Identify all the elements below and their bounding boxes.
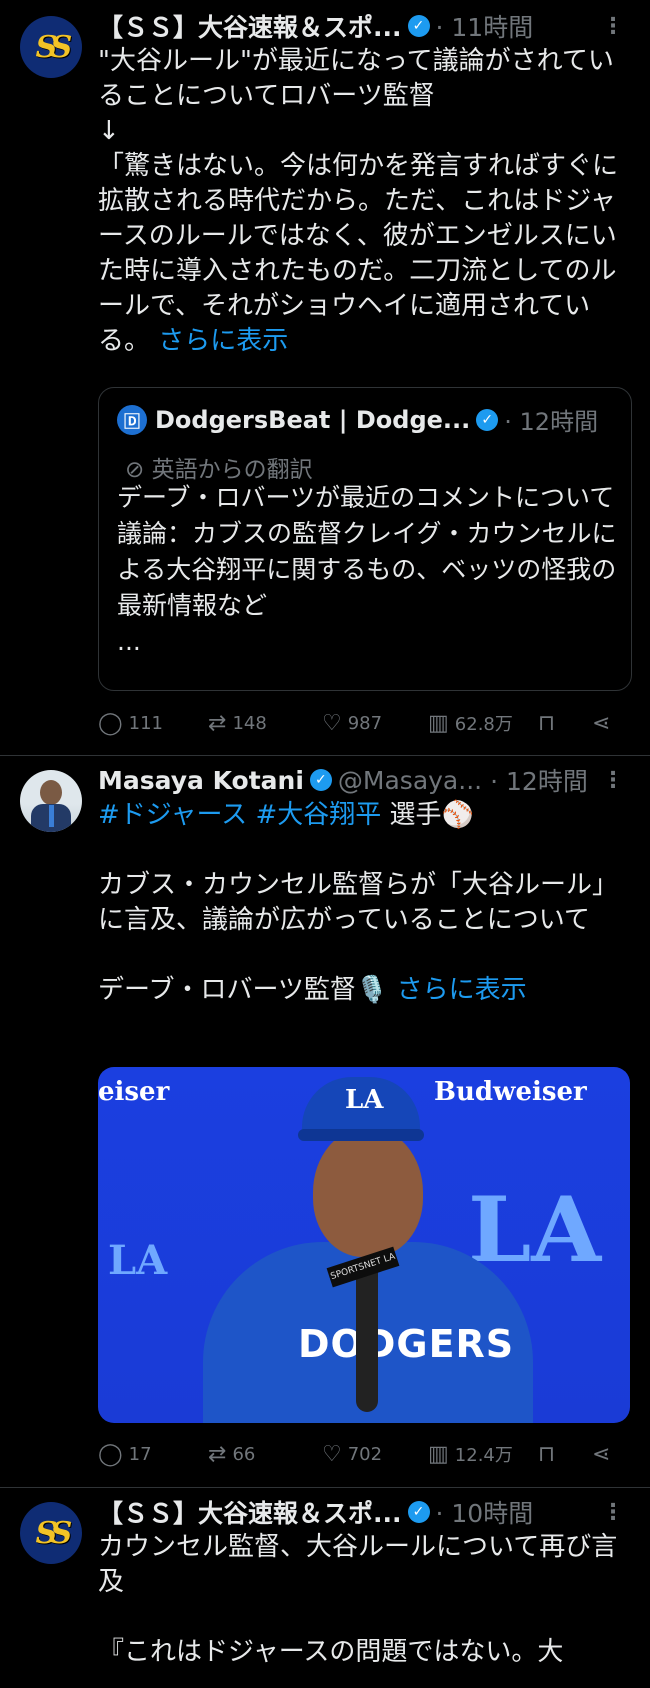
author-name[interactable]: Masaya Kotani xyxy=(98,766,304,795)
action-bar: ◯ 111 ⇄ 148 ♡ 987 ▥ 62.8万 ⊓ ⋖ xyxy=(98,706,628,740)
reply-button[interactable]: ◯ 111 xyxy=(98,706,163,740)
avatar[interactable] xyxy=(20,770,82,832)
views-button[interactable]: ▥ 62.8万 xyxy=(428,706,513,740)
tweet-header: Masaya Kotani ✓ @Masaya... · 12時間 xyxy=(98,760,588,800)
share-icon: ⋖ xyxy=(592,710,611,736)
tweet-text: #ドジャース #大谷翔平 選手⚾ カブス・カウンセル監督らが「大谷ルール」に言及… xyxy=(98,798,628,1008)
views-icon: ▥ xyxy=(428,710,449,736)
retweet-count: 66 xyxy=(232,1443,256,1465)
translation-label[interactable]: ⊘ 英語からの翻訳 xyxy=(125,450,313,484)
show-more-link[interactable]: さらに表示 xyxy=(397,975,527,1005)
retweet-button[interactable]: ⇄ 66 xyxy=(208,1437,255,1471)
author-name[interactable]: 【ＳＳ】大谷速報＆スポ... xyxy=(98,8,402,44)
verified-icon: ✓ xyxy=(309,769,332,791)
bookmark-button[interactable]: ⊓ xyxy=(538,706,555,740)
more-icon[interactable]: ⋮ xyxy=(602,768,624,793)
show-more-link[interactable]: さらに表示 xyxy=(158,326,288,356)
hashtag-ohtani[interactable]: #大谷翔平 xyxy=(255,800,381,830)
hashtag-suffix: 選手⚾ xyxy=(381,800,474,830)
quote-avatar: 🄳 xyxy=(117,404,147,435)
author-name[interactable]: 【ＳＳ】大谷速報＆スポ... xyxy=(98,1494,402,1530)
reply-icon: ◯ xyxy=(98,710,123,736)
views-count: 62.8万 xyxy=(454,714,513,735)
retweet-icon: ⇄ xyxy=(208,1441,227,1467)
tweet-3[interactable]: SS 【ＳＳ】大谷速報＆スポ... ✓ · 10時間 ⋮ カウンセル監督、大谷ル… xyxy=(0,1488,650,1688)
reply-icon: ◯ xyxy=(98,1441,123,1467)
quote-text: デーブ・ロバーツが最近のコメントについて議論：カブスの監督クレイグ・カウンセルに… xyxy=(117,483,617,656)
retweet-icon: ⇄ xyxy=(208,710,227,736)
quote-timestamp: · 12時間 xyxy=(504,408,599,436)
bookmark-icon: ⊓ xyxy=(538,710,556,736)
like-icon: ♡ xyxy=(322,710,342,736)
more-icon[interactable]: ⋮ xyxy=(602,14,624,39)
avatar[interactable]: SS xyxy=(20,1502,82,1564)
sign-left: eiser xyxy=(98,1077,170,1107)
bookmark-button[interactable]: ⊓ xyxy=(538,1437,555,1471)
cap-logo: LA xyxy=(345,1085,384,1115)
tweet-header: 【ＳＳ】大谷速報＆スポ... ✓ · 10時間 xyxy=(98,1492,533,1532)
la-logo-right: LA xyxy=(468,1177,602,1283)
quote-author-name: DodgersBeat | Dodge... xyxy=(155,405,471,434)
face xyxy=(313,1127,423,1257)
retweet-button[interactable]: ⇄ 148 xyxy=(208,706,267,740)
verified-icon: ✓ xyxy=(476,408,499,431)
timestamp[interactable]: · 12時間 xyxy=(490,762,588,798)
tweet-body: "大谷ルール"が最近になって議論がされていることについてロバーツ監督 ↓ 「驚き… xyxy=(98,46,619,356)
hashtag-dodgers[interactable]: #ドジャース xyxy=(98,800,247,830)
author-handle[interactable]: @Masaya... xyxy=(338,766,482,795)
microphone xyxy=(356,1262,378,1412)
like-icon: ♡ xyxy=(322,1441,342,1467)
sign-right: Budweiser xyxy=(434,1077,587,1107)
reply-count: 17 xyxy=(128,1443,152,1465)
avatar[interactable]: SS xyxy=(20,16,82,78)
tweet-header: 【ＳＳ】大谷速報＆スポ... ✓ · 11時間 xyxy=(98,6,533,46)
reply-button[interactable]: ◯ 17 xyxy=(98,1437,152,1471)
tweet-1[interactable]: SS 【ＳＳ】大谷速報＆スポ... ✓ · 11時間 ⋮ "大谷ルール"が最近に… xyxy=(0,0,650,753)
tweet-image[interactable]: eiser Budweiser LA LA LA DODGERS SPORTSN… xyxy=(98,1067,630,1423)
share-button[interactable]: ⋖ xyxy=(592,706,610,740)
retweet-count: 148 xyxy=(232,712,267,734)
tweet-body: カブス・カウンセル監督らが「大谷ルール」に言及、議論が広がっていることについて … xyxy=(98,870,619,1005)
views-icon: ▥ xyxy=(428,1441,449,1467)
like-button[interactable]: ♡ 702 xyxy=(322,1437,382,1471)
views-button[interactable]: ▥ 12.4万 xyxy=(428,1437,513,1471)
timestamp[interactable]: · 11時間 xyxy=(436,8,534,44)
verified-icon: ✓ xyxy=(407,1501,430,1523)
share-icon: ⋖ xyxy=(592,1441,611,1467)
quote-header: 🄳 DodgersBeat | Dodge... ✓ · 12時間 xyxy=(117,402,598,437)
cap-brim xyxy=(298,1129,424,1141)
timestamp[interactable]: · 10時間 xyxy=(436,1494,534,1530)
bookmark-icon: ⊓ xyxy=(538,1441,556,1467)
like-count: 987 xyxy=(347,712,383,734)
quoted-tweet[interactable]: 🄳 DodgersBeat | Dodge... ✓ · 12時間 ⊘ 英語から… xyxy=(98,387,632,691)
action-bar: ◯ 17 ⇄ 66 ♡ 702 ▥ 12.4万 ⊓ ⋖ xyxy=(98,1437,628,1471)
la-logo-left: LA xyxy=(108,1237,168,1284)
like-count: 702 xyxy=(347,1443,383,1465)
reply-count: 111 xyxy=(128,712,163,734)
like-button[interactable]: ♡ 987 xyxy=(322,706,382,740)
verified-icon: ✓ xyxy=(407,15,430,37)
tweet-text: "大谷ルール"が最近になって議論がされていることについてロバーツ監督 ↓ 「驚き… xyxy=(98,44,628,359)
more-icon[interactable]: ⋮ xyxy=(602,1500,624,1525)
hoodie-text: DODGERS xyxy=(298,1322,515,1366)
views-count: 12.4万 xyxy=(454,1445,513,1466)
tweet-text: カウンセル監督、大谷ルールについて再び言及 『これはドジャースの問題ではない。大 xyxy=(98,1532,618,1667)
share-button[interactable]: ⋖ xyxy=(592,1437,610,1471)
